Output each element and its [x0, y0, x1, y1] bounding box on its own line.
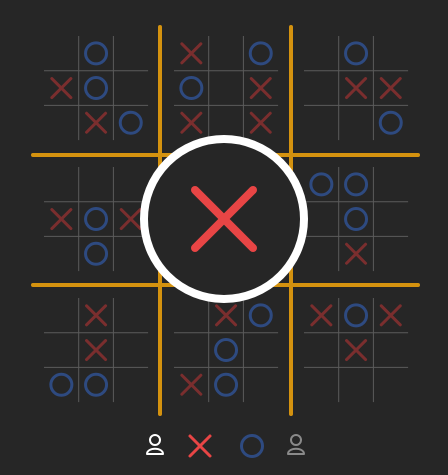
o-mark: [344, 303, 369, 328]
o-mark: [214, 372, 239, 397]
o-mark: [214, 338, 239, 363]
o-mark: [84, 372, 109, 397]
o-mark: [84, 76, 109, 101]
o-mark: [344, 172, 369, 197]
o-mark: [248, 41, 273, 66]
o-mark: [84, 207, 109, 232]
ultimate-tic-tac-toe-board: [31, 25, 420, 416]
current-turn-x-icon: [188, 434, 212, 458]
o-mark: [309, 172, 334, 197]
o-mark: [344, 207, 369, 232]
o-mark: [84, 241, 109, 266]
o-mark: [84, 41, 109, 66]
o-mark: [378, 110, 403, 135]
player-one-person-icon: [146, 434, 164, 455]
player-two-person-icon: [287, 434, 305, 455]
player-two-o-icon: [240, 434, 264, 458]
o-mark: [248, 303, 273, 328]
o-mark: [344, 41, 369, 66]
o-mark: [118, 110, 143, 135]
o-mark: [49, 372, 74, 397]
o-mark: [179, 76, 204, 101]
turn-indicator: [140, 428, 310, 468]
